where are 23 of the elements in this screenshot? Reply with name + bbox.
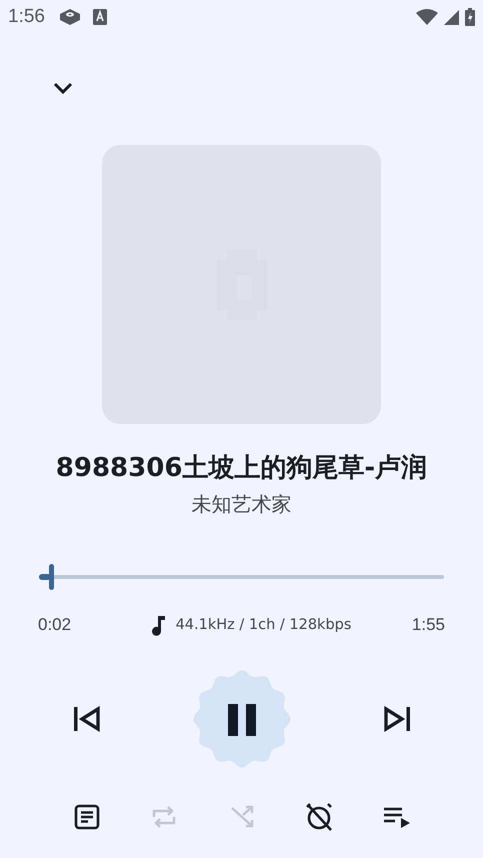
music-note-icon bbox=[152, 614, 166, 636]
skip-next-icon bbox=[382, 706, 412, 732]
battery-charging-icon bbox=[465, 8, 475, 26]
status-time: 1:56 bbox=[8, 6, 45, 28]
collapse-button[interactable] bbox=[52, 81, 74, 95]
slider-thumb[interactable] bbox=[49, 564, 54, 590]
document-icon bbox=[74, 804, 100, 830]
skip-previous-icon bbox=[72, 706, 102, 732]
previous-button[interactable] bbox=[72, 706, 102, 732]
audio-format: 44.1kHz / 1ch / 128kbps bbox=[176, 617, 352, 633]
signal-icon bbox=[444, 10, 459, 24]
total-time: 1:55 bbox=[412, 615, 445, 635]
elapsed-time: 0:02 bbox=[38, 615, 72, 635]
next-button[interactable] bbox=[382, 706, 412, 732]
artist-name: 未知艺术家 bbox=[192, 491, 292, 518]
wifi-icon bbox=[416, 9, 438, 25]
disc-box-icon bbox=[58, 8, 81, 26]
track-title: 8988306土坡上的狗尾草-卢润 bbox=[54, 452, 428, 485]
pause-button[interactable] bbox=[192, 669, 292, 769]
alarm-off-icon bbox=[304, 802, 334, 832]
shuffle-icon bbox=[228, 804, 254, 830]
chevron-down-icon bbox=[52, 81, 74, 95]
text-box-icon bbox=[92, 9, 107, 25]
